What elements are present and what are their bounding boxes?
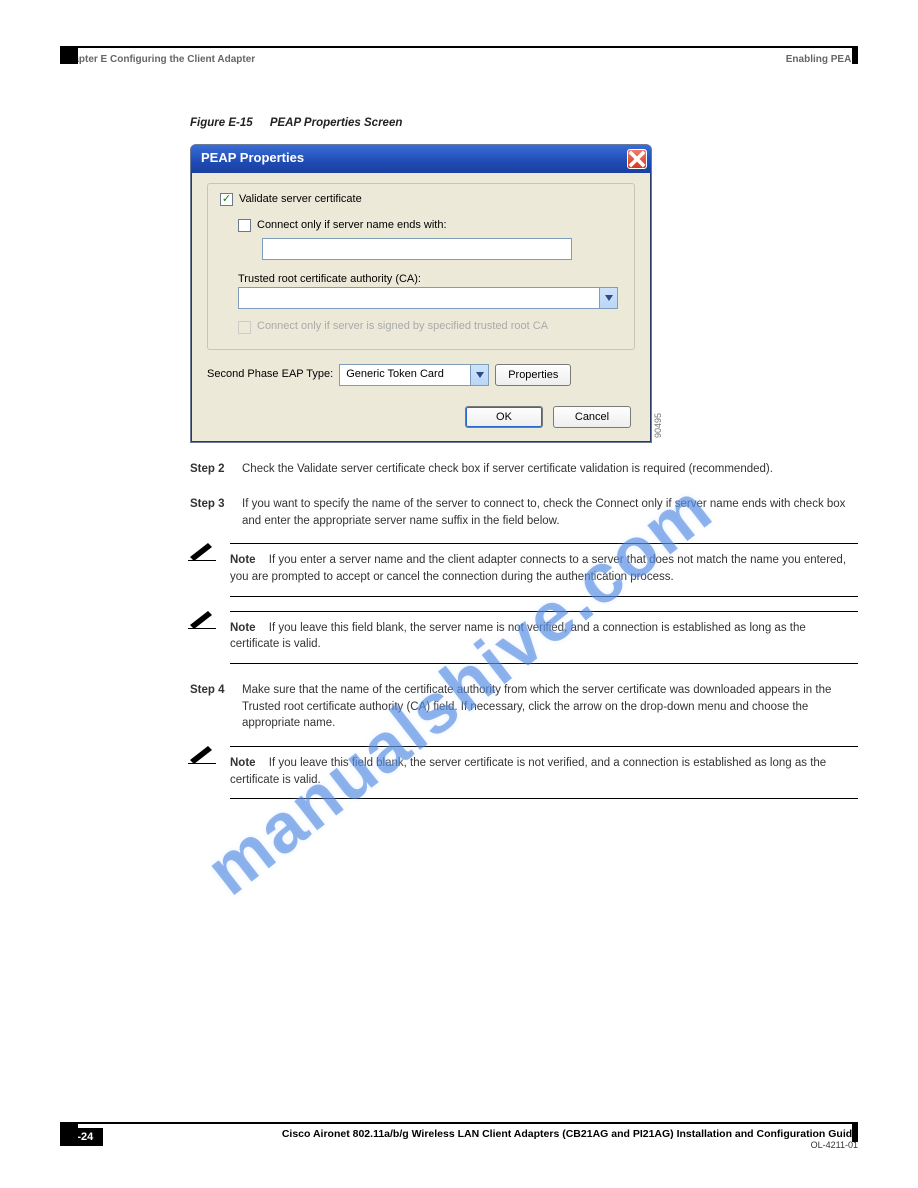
connect-only-name-checkbox[interactable] bbox=[238, 219, 251, 232]
server-name-input[interactable] bbox=[262, 238, 572, 260]
note-pencil-icon bbox=[188, 607, 216, 629]
note-3-text: If you leave this field blank, the serve… bbox=[230, 757, 826, 786]
dialog-title: PEAP Properties bbox=[201, 149, 627, 168]
page-header: Chapter E Configuring the Client Adapter… bbox=[60, 0, 858, 65]
note-1-text: If you enter a server name and the clien… bbox=[230, 554, 846, 583]
close-icon[interactable] bbox=[627, 149, 647, 169]
step-4-text: Make sure that the name of the certifica… bbox=[242, 682, 858, 732]
book-title: Cisco Aironet 802.11a/b/g Wireless LAN C… bbox=[113, 1128, 858, 1140]
step-2: Step 2 Check the Validate server certifi… bbox=[190, 461, 858, 478]
step-4: Step 4 Make sure that the name of the ce… bbox=[190, 682, 858, 732]
step-2-text: Check the Validate server certificate ch… bbox=[242, 461, 773, 478]
properties-button[interactable]: Properties bbox=[495, 364, 571, 386]
doc-number: OL-4211-01 bbox=[103, 1140, 858, 1150]
note-pencil-icon bbox=[188, 742, 216, 764]
figure-number: Figure E-15 bbox=[190, 117, 253, 129]
note-3: Note If you leave this field blank, the … bbox=[230, 746, 858, 799]
chevron-down-icon bbox=[599, 288, 617, 308]
ok-button[interactable]: OK bbox=[465, 406, 543, 428]
section-label: Enabling PEAP bbox=[786, 54, 858, 65]
page-footer: E-24 Cisco Aironet 802.11a/b/g Wireless … bbox=[60, 1122, 858, 1150]
note-label: Note bbox=[230, 757, 256, 769]
peap-properties-dialog: PEAP Properties Validate server certific… bbox=[190, 144, 652, 444]
note-2: Note If you leave this field blank, the … bbox=[230, 611, 858, 664]
note-pencil-icon bbox=[188, 539, 216, 561]
figure-caption: Figure E-15 PEAP Properties Screen bbox=[190, 115, 858, 132]
figure-image-id: 90495 bbox=[652, 413, 665, 438]
connect-only-name-label: Connect only if server name ends with: bbox=[257, 218, 447, 234]
validate-server-cert-label: Validate server certificate bbox=[239, 192, 362, 208]
trusted-ca-label: Trusted root certificate authority (CA): bbox=[238, 272, 622, 288]
connect-signed-checkbox bbox=[238, 321, 251, 334]
note-2-text: If you leave this field blank, the serve… bbox=[230, 622, 806, 651]
trusted-ca-dropdown[interactable] bbox=[238, 287, 618, 309]
dialog-titlebar: PEAP Properties bbox=[191, 145, 651, 173]
connect-signed-label: Connect only if server is signed by spec… bbox=[257, 319, 548, 335]
note-label: Note bbox=[230, 554, 256, 566]
note-label: Note bbox=[230, 622, 256, 634]
figure-title: PEAP Properties Screen bbox=[270, 117, 403, 129]
cancel-button[interactable]: Cancel bbox=[553, 406, 631, 428]
step-3: Step 3 If you want to specify the name o… bbox=[190, 496, 858, 529]
chapter-label: Chapter E Configuring the Client Adapter bbox=[60, 54, 255, 65]
step-3-text: If you want to specify the name of the s… bbox=[242, 496, 858, 529]
second-phase-label: Second Phase EAP Type: bbox=[207, 367, 333, 383]
note-1: Note If you enter a server name and the … bbox=[230, 543, 858, 596]
second-phase-eap-value: Generic Token Card bbox=[346, 367, 444, 383]
validate-groupbox: Validate server certificate Connect only… bbox=[207, 183, 635, 351]
second-phase-eap-dropdown[interactable]: Generic Token Card bbox=[339, 364, 489, 386]
validate-server-cert-checkbox[interactable] bbox=[220, 193, 233, 206]
chevron-down-icon bbox=[470, 365, 488, 385]
